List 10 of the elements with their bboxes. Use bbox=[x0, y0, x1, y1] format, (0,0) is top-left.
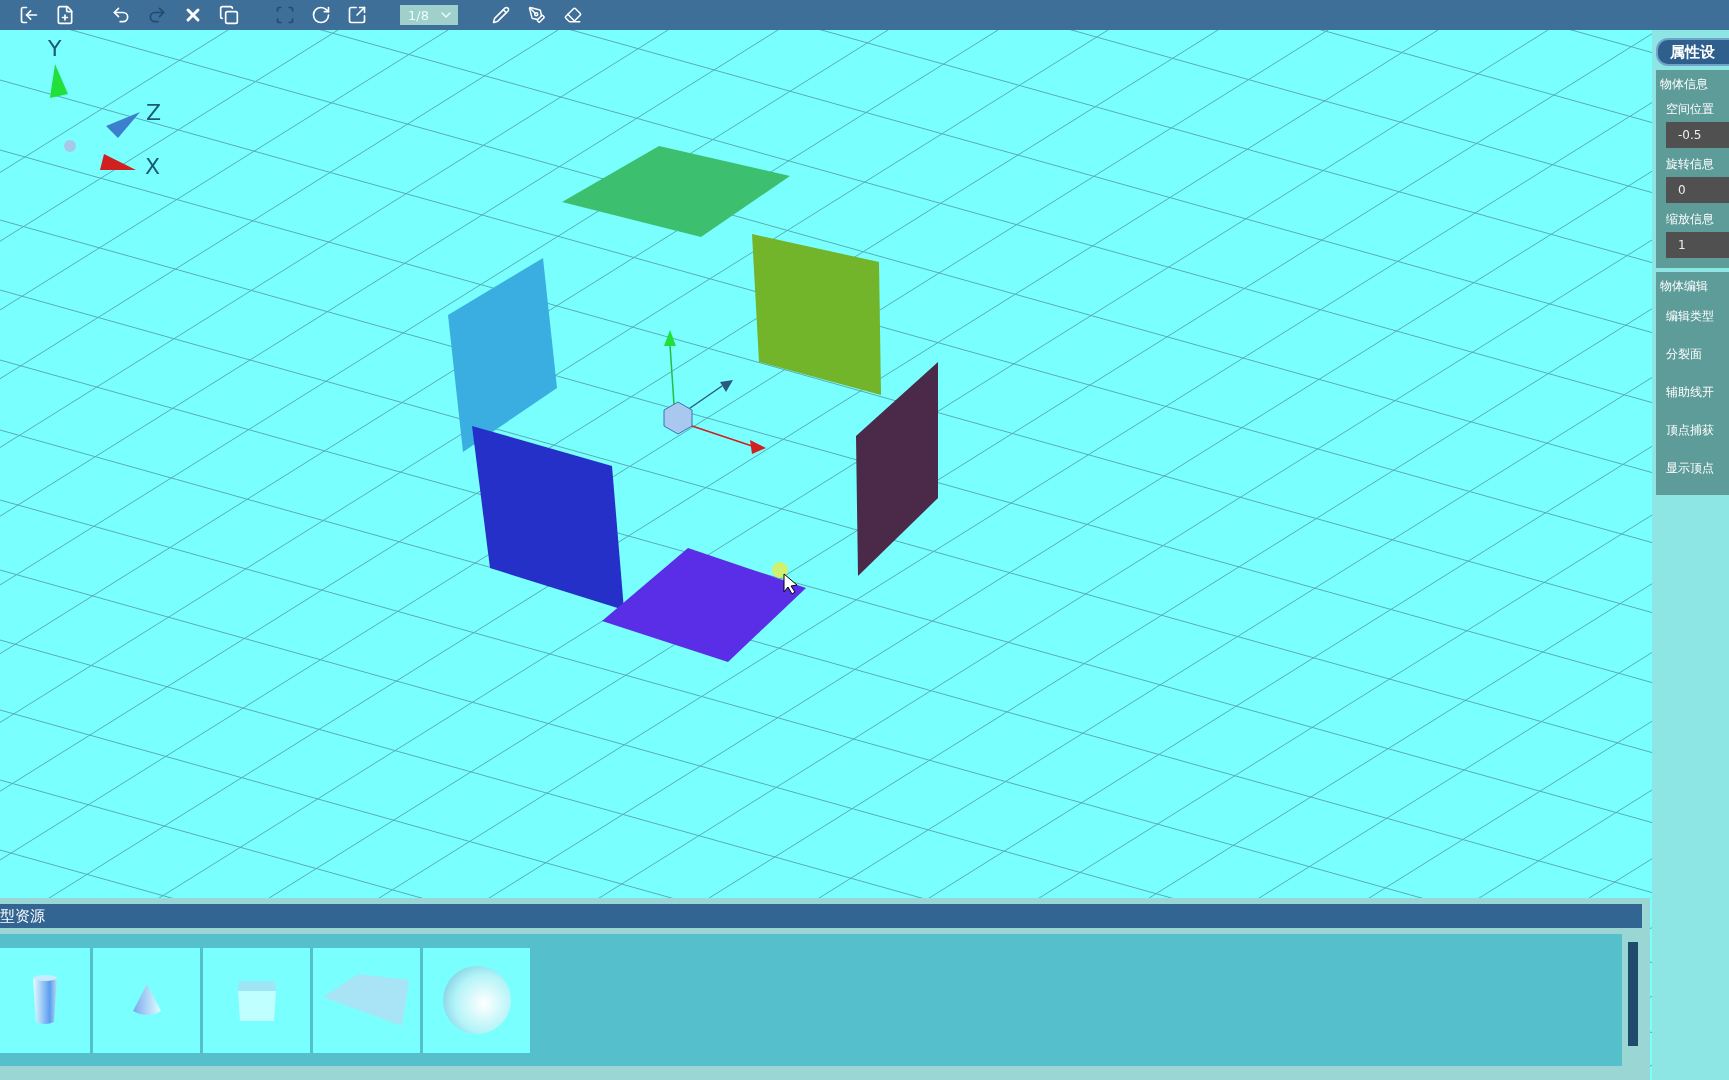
axis-label: X bbox=[145, 154, 161, 179]
field-label: 旋转信息 bbox=[1665, 156, 1715, 173]
panel-title: 属性设 bbox=[1656, 38, 1729, 66]
axis-label: Z bbox=[146, 100, 162, 125]
section-heading: 物体编辑 bbox=[1660, 278, 1709, 295]
field-label: 空间位置 bbox=[1665, 101, 1715, 118]
section-heading: 物体信息 bbox=[1660, 76, 1709, 93]
field-label: 缩放信息 bbox=[1665, 211, 1715, 228]
resource-title: 型资源 bbox=[0, 904, 1642, 928]
axis-label: Y bbox=[48, 36, 62, 61]
